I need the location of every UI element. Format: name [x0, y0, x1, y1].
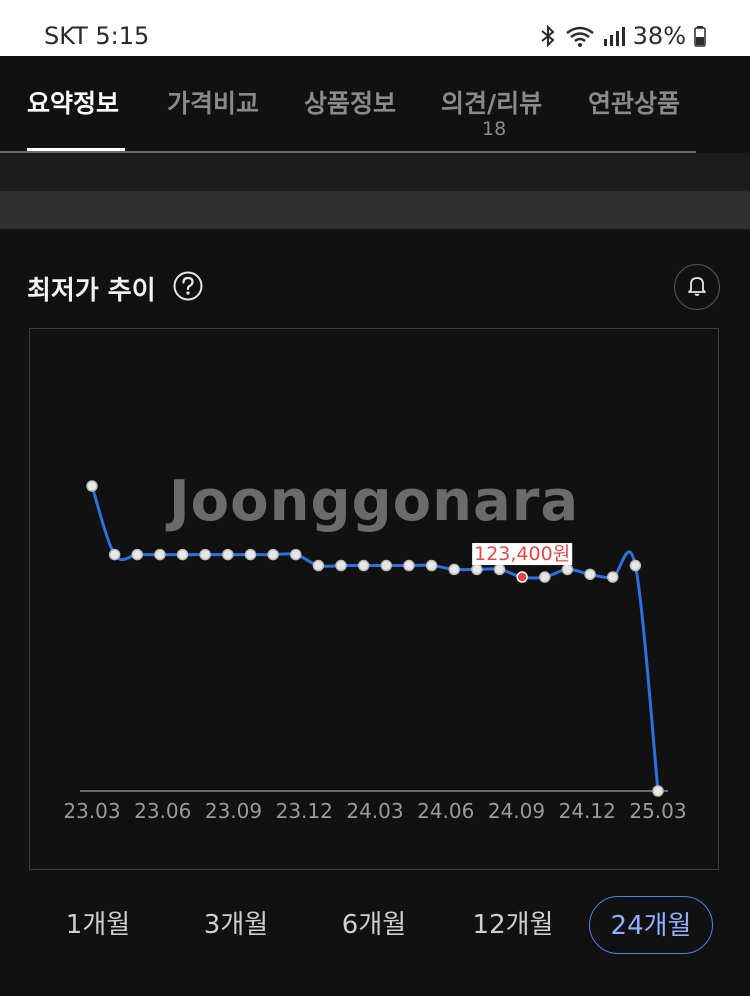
- price-point: [539, 571, 551, 583]
- price-point: [629, 559, 642, 572]
- price-alert-button[interactable]: [674, 264, 720, 310]
- price-point: [448, 563, 460, 576]
- price-point: [176, 548, 189, 561]
- price-point: [86, 480, 98, 492]
- tab-price-compare[interactable]: 가격비교: [167, 84, 259, 120]
- section-title: 최저가 추이: [27, 276, 156, 306]
- period-6-months[interactable]: 6개월: [324, 896, 424, 954]
- price-point: [561, 563, 574, 576]
- wifi-icon: [565, 25, 595, 47]
- tab-related-products[interactable]: 연관상품: [588, 84, 680, 120]
- x-tick-label: 23.06: [134, 799, 191, 823]
- price-point: [471, 563, 483, 576]
- review-count: 18: [482, 118, 507, 140]
- price-point: [652, 785, 664, 797]
- status-time: SKT 5:15: [44, 22, 150, 50]
- tab-reviews[interactable]: 의견/리뷰: [441, 84, 542, 120]
- tab-summary[interactable]: 요약정보: [27, 84, 119, 120]
- price-point: [380, 559, 393, 572]
- status-icons: 38%: [539, 22, 706, 50]
- price-point: [493, 563, 506, 576]
- price-trend-chart: 123,400원 23.03 23.06 23.09 23.12 24.03 24.06 24…: [63, 480, 687, 823]
- bell-icon: [685, 273, 709, 301]
- price-point: [131, 548, 144, 561]
- price-point: [290, 548, 302, 561]
- x-tick-label: 23.09: [205, 799, 262, 823]
- spacer-band-dark: [0, 191, 750, 229]
- price-point: [425, 559, 438, 572]
- price-point: [267, 548, 279, 561]
- x-tick-label: 24.12: [559, 799, 616, 823]
- price-point: [199, 548, 211, 561]
- spacer-band: [0, 153, 750, 191]
- period-1-month[interactable]: 1개월: [48, 896, 148, 954]
- battery-icon: [694, 25, 706, 47]
- price-point: [584, 568, 596, 581]
- price-point: [606, 571, 619, 583]
- period-selector: 1개월 3개월 6개월 12개월 24개월: [0, 896, 750, 954]
- x-tick-label: 23.12: [276, 799, 333, 823]
- x-tick-label: 24.03: [346, 799, 403, 823]
- lowest-price-point: [516, 571, 528, 583]
- price-point: [335, 559, 347, 572]
- signal-icon: [603, 25, 625, 47]
- bluetooth-icon: [539, 25, 557, 47]
- price-trend-line: [90, 485, 660, 792]
- period-24-months[interactable]: 24개월: [589, 896, 713, 954]
- price-point: [244, 548, 257, 561]
- price-point: [357, 559, 370, 572]
- tab-product-info[interactable]: 상품정보: [304, 84, 396, 120]
- period-3-months[interactable]: 3개월: [186, 896, 286, 954]
- price-point: [108, 548, 121, 561]
- tab-bar: 요약정보 가격비교 상품정보 의견/리뷰 18 연관상품: [0, 56, 750, 152]
- price-chart: Joonggonara 123,400원 23.03 23.06 23.09 23.12…: [29, 328, 719, 870]
- x-tick-label: 24.09: [488, 799, 545, 823]
- price-point: [222, 548, 234, 561]
- price-point: [312, 559, 325, 572]
- price-point: [154, 548, 166, 561]
- x-tick-label: 25.03: [629, 799, 686, 823]
- period-12-months[interactable]: 12개월: [456, 896, 570, 954]
- status-bar: SKT 5:15 38%: [0, 0, 750, 56]
- price-point: [403, 559, 415, 572]
- x-tick-label: 24.06: [417, 799, 474, 823]
- help-icon[interactable]: [173, 271, 203, 301]
- x-tick-label: 23.03: [63, 799, 120, 823]
- lowest-price-label: 123,400원: [474, 543, 570, 565]
- battery-percent: 38%: [632, 22, 686, 50]
